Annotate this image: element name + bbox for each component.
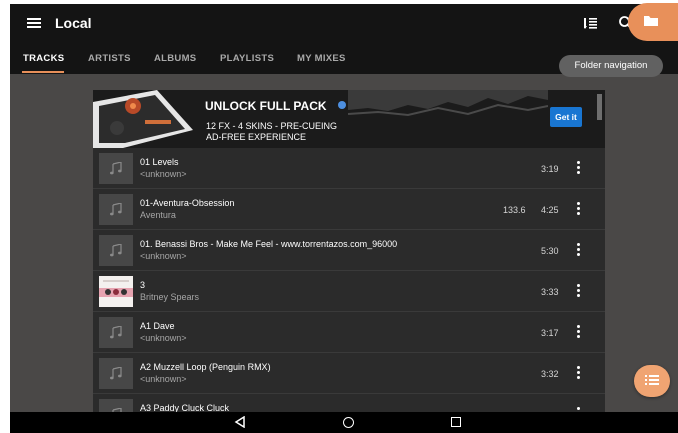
track-artist: <unknown> [140,251,187,261]
active-tab-indicator [22,71,64,73]
track-title: A2 Muzzell Loop (Penguin RMX) [140,362,271,372]
music-note-icon [99,235,133,266]
banner-features-line: 12 FX - 4 SKINS - PRE-CUEING [206,121,338,131]
folder-navigation-button[interactable] [628,3,678,41]
tab-artists[interactable]: ARTISTS [88,53,131,64]
music-note-icon [99,194,133,225]
tab-playlists[interactable]: PLAYLISTS [220,53,274,64]
banner-adfree-line: AD-FREE EXPERIENCE [206,132,307,142]
more-vert-icon[interactable] [575,202,581,216]
queue-list-button[interactable] [634,365,670,397]
waveform-decoration [348,90,548,117]
track-bpm: 133.6 [503,205,526,215]
track-duration: 3:32 [541,369,559,379]
music-note-icon [99,153,133,184]
page-title: Local [55,15,92,31]
top-app-bar: Local [10,4,678,42]
sort-list-icon[interactable] [584,16,598,30]
track-duration: 3:17 [541,328,559,338]
track-title: 01-Aventura-Obsession [140,198,235,208]
tab-my-mixes[interactable]: MY MIXES [297,53,346,64]
app-screen: Local TRACKS ARTISTS ALBUMS PLAYLISTS MY… [10,4,678,433]
track-artist: <unknown> [140,333,187,343]
track-row[interactable]: 01 Levels <unknown> 3:19 [93,148,605,189]
track-row[interactable]: 01-Aventura-Obsession Aventura 133.6 4:2… [93,189,605,230]
track-title: A1 Dave [140,321,175,331]
unlock-banner[interactable]: UNLOCK FULL PACK 12 FX - 4 SKINS - PRE-C… [93,90,605,148]
tablet-illustration [93,90,193,148]
track-duration: 3:19 [541,164,559,174]
track-row[interactable]: A2 Muzzell Loop (Penguin RMX) <unknown> … [93,353,605,394]
track-duration: 4:25 [541,205,559,215]
tab-albums[interactable]: ALBUMS [154,53,196,64]
track-row[interactable]: 3 Britney Spears 3:33 [93,271,605,312]
track-duration: 5:30 [541,246,559,256]
scrollbar-thumb[interactable] [597,94,602,120]
more-vert-icon[interactable] [575,284,581,298]
more-vert-icon[interactable] [575,161,581,175]
track-title: A3 Paddy Cluck Cluck [140,403,230,412]
more-vert-icon[interactable] [575,243,581,257]
folder-icon [644,16,658,26]
menu-icon[interactable] [27,18,41,28]
home-icon[interactable] [343,417,354,428]
track-artist: <unknown> [140,169,187,179]
music-note-icon [99,358,133,389]
more-vert-icon[interactable] [575,325,581,339]
track-row[interactable]: A3 Paddy Cluck Cluck [93,394,605,412]
info-dot-icon [338,101,346,109]
track-title: 01 Levels [140,157,179,167]
tab-tracks[interactable]: TRACKS [23,53,64,64]
music-note-icon [99,317,133,348]
track-duration: 3:33 [541,287,559,297]
track-row[interactable]: 01. Benassi Bros - Make Me Feel - www.to… [93,230,605,271]
track-artist: Britney Spears [140,292,200,302]
track-list: 01 Levels <unknown> 3:19 01-Aventura-Obs… [93,148,605,412]
more-vert-icon[interactable] [575,366,581,380]
folder-navigation-tooltip: Folder navigation [559,55,663,77]
music-note-icon [99,399,133,412]
track-artist: Aventura [140,210,176,220]
track-title: 3 [140,280,146,290]
system-navigation-bar [10,412,678,433]
track-row[interactable]: A1 Dave <unknown> 3:17 [93,312,605,353]
back-icon[interactable] [234,416,246,428]
recents-icon[interactable] [451,417,461,427]
queue-list-icon [645,375,659,385]
get-it-button[interactable]: Get it [550,107,582,127]
banner-title: UNLOCK FULL PACK [205,99,327,113]
track-artist: <unknown> [140,374,187,384]
album-art [99,276,133,307]
track-title: 01. Benassi Bros - Make Me Feel - www.to… [140,239,398,249]
